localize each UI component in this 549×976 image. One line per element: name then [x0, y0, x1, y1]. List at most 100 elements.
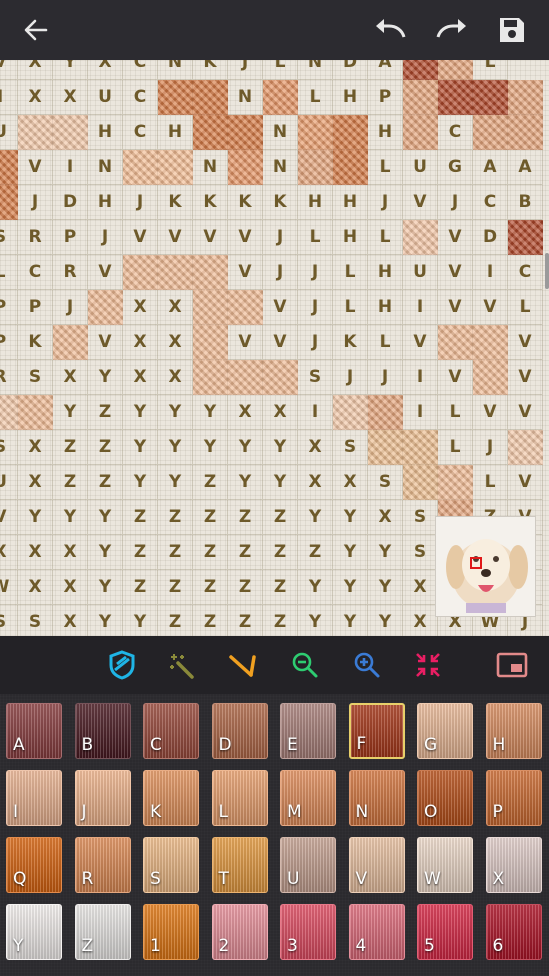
- grid-cell[interactable]: Z: [193, 535, 228, 570]
- color-swatch-s[interactable]: S: [143, 837, 199, 893]
- grid-cell[interactable]: H: [368, 255, 403, 290]
- grid-cell[interactable]: N: [263, 115, 298, 150]
- grid-cell[interactable]: V: [228, 255, 263, 290]
- stitched-cell[interactable]: J: [438, 465, 473, 500]
- grid-cell[interactable]: X: [298, 430, 333, 465]
- grid-cell[interactable]: Y: [88, 500, 123, 535]
- grid-cell[interactable]: Y: [298, 570, 333, 605]
- grid-cell[interactable]: Y: [193, 395, 228, 430]
- grid-cell[interactable]: I: [403, 360, 438, 395]
- stitched-cell[interactable]: N: [158, 80, 193, 115]
- grid-cell[interactable]: Z: [228, 570, 263, 605]
- grid-cell[interactable]: R: [53, 255, 88, 290]
- stitched-cell[interactable]: J: [228, 290, 263, 325]
- grid-cell[interactable]: V: [403, 325, 438, 360]
- grid-cell[interactable]: P: [53, 220, 88, 255]
- grid-cell[interactable]: P: [18, 290, 53, 325]
- grid-cell[interactable]: X: [123, 325, 158, 360]
- stitched-cell[interactable]: L: [298, 115, 333, 150]
- grid-cell[interactable]: Y: [123, 465, 158, 500]
- grid-cell[interactable]: Y: [333, 500, 368, 535]
- grid-cell[interactable]: U: [0, 115, 18, 150]
- grid-cell[interactable]: X: [18, 80, 53, 115]
- grid-cell[interactable]: Z: [88, 395, 123, 430]
- grid-cell[interactable]: D: [473, 220, 508, 255]
- grid-cell[interactable]: Y: [53, 500, 88, 535]
- grid-cell[interactable]: L: [438, 395, 473, 430]
- color-swatch-m[interactable]: M: [280, 770, 336, 826]
- grid-cell[interactable]: C: [123, 60, 158, 80]
- grid-cell[interactable]: K: [228, 185, 263, 220]
- grid-cell[interactable]: Z: [158, 570, 193, 605]
- grid-cell[interactable]: S: [333, 430, 368, 465]
- grid-cell[interactable]: S: [18, 605, 53, 636]
- grid-cell[interactable]: V: [0, 500, 18, 535]
- grid-cell[interactable]: L: [473, 60, 508, 80]
- grid-cell[interactable]: Y: [298, 500, 333, 535]
- grid-cell[interactable]: H: [88, 185, 123, 220]
- grid-cell[interactable]: X: [53, 570, 88, 605]
- grid-cell[interactable]: J: [368, 360, 403, 395]
- grid-cell[interactable]: Z: [193, 570, 228, 605]
- grid-cell[interactable]: V: [403, 185, 438, 220]
- grid-cell[interactable]: K: [263, 185, 298, 220]
- stitched-cell[interactable]: I: [0, 395, 18, 430]
- grid-cell[interactable]: W: [0, 570, 18, 605]
- grid-cell[interactable]: V: [508, 395, 543, 430]
- grid-cell[interactable]: S: [368, 465, 403, 500]
- grid-cell[interactable]: Y: [263, 430, 298, 465]
- grid-cell[interactable]: H: [158, 115, 193, 150]
- grid-cell[interactable]: L: [368, 150, 403, 185]
- stitched-cell[interactable]: J: [158, 255, 193, 290]
- save-button[interactable]: [492, 10, 532, 50]
- grid-cell[interactable]: X: [403, 605, 438, 636]
- color-swatch-c[interactable]: C: [143, 703, 199, 759]
- grid-cell[interactable]: X: [158, 325, 193, 360]
- grid-cell[interactable]: L: [0, 255, 18, 290]
- stitched-cell[interactable]: S: [403, 465, 438, 500]
- grid-cell[interactable]: V: [438, 255, 473, 290]
- stitched-cell[interactable]: S: [368, 430, 403, 465]
- stitched-cell[interactable]: H: [298, 150, 333, 185]
- grid-cell[interactable]: V: [263, 325, 298, 360]
- color-swatch-z[interactable]: Z: [74, 904, 131, 960]
- grid-cell[interactable]: Y: [368, 605, 403, 636]
- grid-cell[interactable]: Z: [263, 500, 298, 535]
- grid-cell[interactable]: I: [473, 255, 508, 290]
- color-swatch-3[interactable]: 3: [280, 904, 336, 960]
- stitched-cell[interactable]: H: [403, 115, 438, 150]
- color-swatch-x[interactable]: X: [485, 837, 542, 893]
- grid-cell[interactable]: Y: [53, 60, 88, 80]
- color-swatch-2[interactable]: 2: [211, 904, 268, 960]
- grid-cell[interactable]: L: [368, 220, 403, 255]
- grid-cell[interactable]: Z: [158, 605, 193, 636]
- grid-cell[interactable]: Z: [298, 535, 333, 570]
- grid-cell[interactable]: I: [298, 395, 333, 430]
- grid-cell[interactable]: Y: [298, 605, 333, 636]
- grid-cell[interactable]: H: [88, 115, 123, 150]
- grid-cell[interactable]: Y: [123, 395, 158, 430]
- grid-cell[interactable]: V: [473, 395, 508, 430]
- grid-cell[interactable]: H: [333, 220, 368, 255]
- grid-cell[interactable]: X: [263, 395, 298, 430]
- grid-cell[interactable]: I: [0, 80, 18, 115]
- grid-cell[interactable]: X: [368, 500, 403, 535]
- grid-cell[interactable]: X: [53, 80, 88, 115]
- minimap-viewport-marker[interactable]: [470, 557, 482, 569]
- grid-cell[interactable]: Y: [263, 465, 298, 500]
- grid-cell[interactable]: X: [123, 290, 158, 325]
- stitched-cell[interactable]: H: [508, 80, 543, 115]
- stitched-cell[interactable]: C: [438, 60, 473, 80]
- stitched-cell[interactable]: J: [473, 325, 508, 360]
- grid-cell[interactable]: X: [88, 60, 123, 80]
- stitched-cell[interactable]: J: [263, 360, 298, 395]
- color-swatch-d[interactable]: D: [211, 703, 268, 759]
- color-swatch-b[interactable]: B: [74, 703, 131, 759]
- grid-cell[interactable]: Y: [333, 570, 368, 605]
- grid-cell[interactable]: Y: [88, 360, 123, 395]
- grid-cell[interactable]: Y: [158, 395, 193, 430]
- color-swatch-p[interactable]: P: [485, 770, 542, 826]
- grid-cell[interactable]: N: [228, 80, 263, 115]
- stitched-cell[interactable]: J: [193, 360, 228, 395]
- grid-cell[interactable]: X: [123, 360, 158, 395]
